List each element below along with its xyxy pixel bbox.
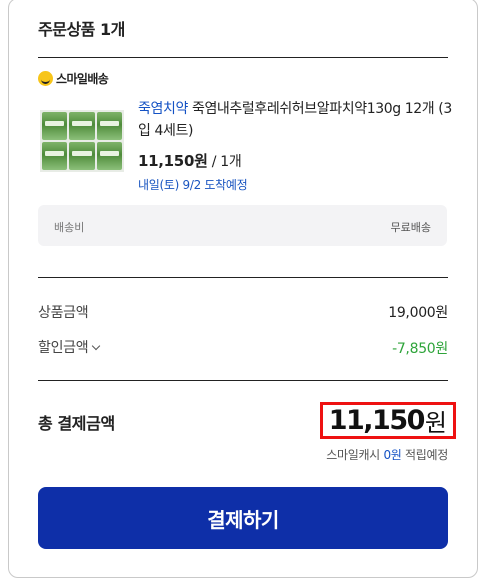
thumbnail-pack <box>69 142 95 170</box>
smile-delivery-icon <box>38 71 53 86</box>
smile-cash-reward: 스마일캐시 0원 적립예정 <box>326 446 448 463</box>
total-payment-amount: 11,150 원 <box>319 402 456 439</box>
shipping-fee-value: 무료배송 <box>390 221 431 234</box>
product-price: 11,150원 <box>138 152 208 170</box>
divider <box>38 57 448 58</box>
discount-label: 할인금액 <box>38 340 89 356</box>
chevron-down-icon <box>92 341 101 351</box>
pay-button[interactable]: 결제하기 <box>38 487 448 549</box>
thumbnail-pack <box>96 112 122 140</box>
product-brand[interactable]: 죽염치약 <box>138 101 188 117</box>
product-price-line: 11,150원 / 1개 <box>138 150 242 171</box>
product-name[interactable]: 죽염치약 죽염내추럴후레쉬허브알파치약130g 12개 (3입 4세트) <box>138 98 456 142</box>
discount-toggle[interactable]: 할인금액 <box>38 337 101 357</box>
product-amount-value: 19,000원 <box>388 305 448 321</box>
divider <box>38 380 448 381</box>
total-payment-label: 총 결제금액 <box>38 414 115 433</box>
thumbnail-pack <box>69 112 95 140</box>
product-amount-label: 상품금액 <box>38 305 89 321</box>
shipping-fee-box: 배송비 무료배송 <box>38 205 447 246</box>
smile-delivery-badge: 스마일배송 <box>38 70 109 87</box>
total-amount-unit: 원 <box>424 409 447 437</box>
total-amount-number: 11,150 <box>328 405 426 436</box>
divider <box>38 277 448 278</box>
cash-suffix: 적립예정 <box>401 448 448 462</box>
arrival-estimate: 내일(토) 9/2 도착예정 <box>138 178 248 192</box>
shipping-fee-label: 배송비 <box>54 221 85 234</box>
cash-amount: 0원 <box>383 448 402 462</box>
thumbnail-pack <box>96 142 122 170</box>
order-items-title: 주문상품 1개 <box>38 20 125 39</box>
cash-prefix: 스마일캐시 <box>326 448 384 462</box>
product-thumbnail[interactable] <box>40 110 124 172</box>
delivery-badge-label: 스마일배송 <box>56 72 109 86</box>
discount-value: -7,850원 <box>392 341 448 357</box>
product-quantity: / 1개 <box>207 154 242 170</box>
thumbnail-pack <box>42 112 68 140</box>
thumbnail-pack <box>42 142 68 170</box>
